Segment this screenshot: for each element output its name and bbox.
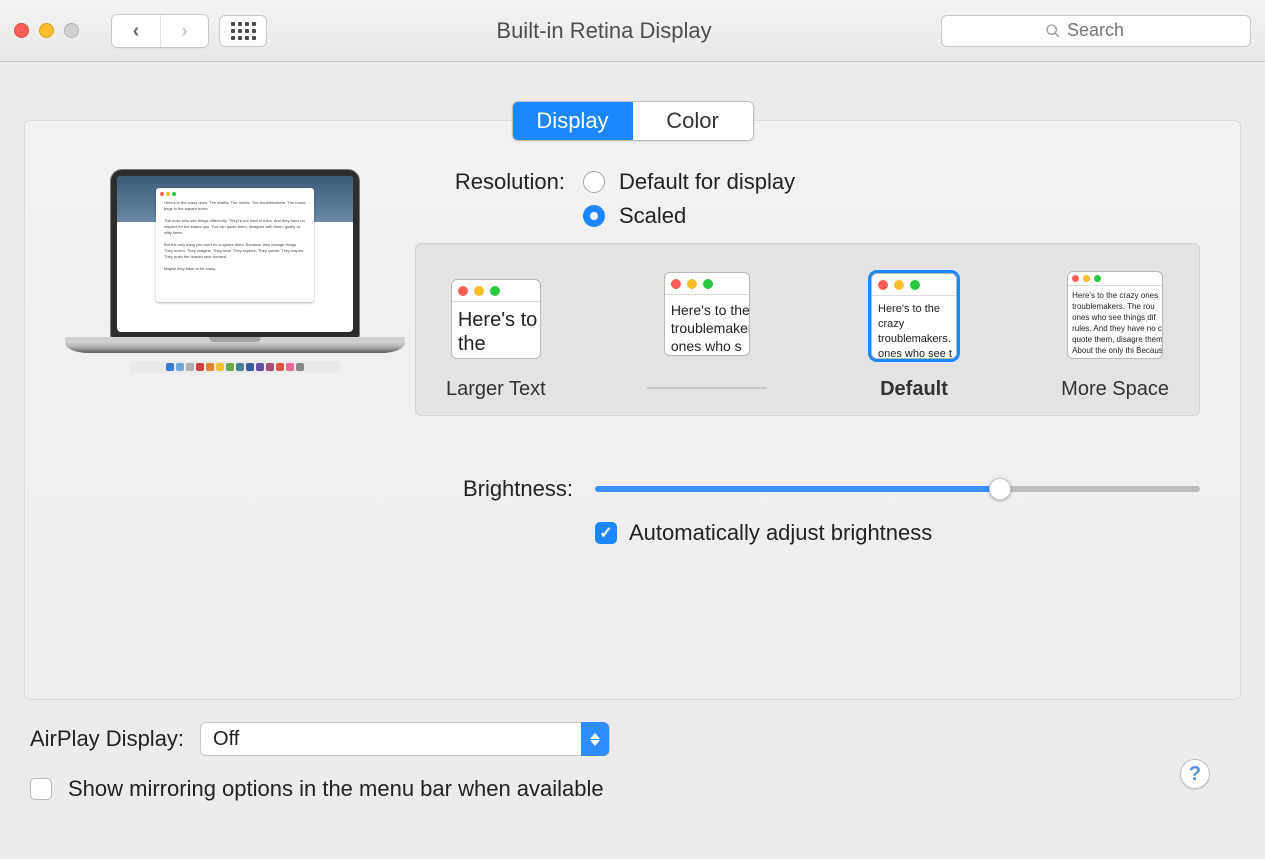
search-icon <box>1045 23 1061 39</box>
select-stepper-icon <box>581 722 609 756</box>
scale-option-larger-text[interactable]: Here's to the troublemakers. Larger Text <box>446 276 546 401</box>
airplay-value: Off <box>213 728 239 751</box>
nav-segment: ‹ › <box>111 14 209 48</box>
search-field[interactable] <box>941 15 1251 47</box>
window-title: Built-in Retina Display <box>277 18 931 44</box>
radio-default-for-display[interactable] <box>583 171 605 193</box>
mirroring-checkbox[interactable] <box>30 778 52 800</box>
tab-color[interactable]: Color <box>633 102 753 140</box>
resolution-scale-picker: Here's to the troublemakers. Larger Text… <box>415 243 1200 416</box>
show-all-button[interactable] <box>219 15 267 47</box>
airplay-select[interactable]: Off <box>200 722 610 756</box>
tab-bar: Display Color <box>512 101 754 141</box>
radio-scaled[interactable] <box>583 205 605 227</box>
auto-brightness-checkbox[interactable] <box>595 522 617 544</box>
radio-default-text: Default for display <box>619 169 795 195</box>
window-controls <box>14 23 79 38</box>
radio-scaled-text: Scaled <box>619 203 686 229</box>
close-icon[interactable] <box>14 23 29 38</box>
zoom-icon <box>64 23 79 38</box>
window-toolbar: ‹ › Built-in Retina Display <box>0 0 1265 62</box>
search-input[interactable] <box>1067 20 1147 41</box>
forward-button: › <box>160 15 208 47</box>
scale-option-more-space[interactable]: Here's to the crazy ones troublemakers. … <box>1061 268 1169 401</box>
resolution-label: Resolution: <box>435 169 565 195</box>
preview-document: Here's to the crazy ones. The misfits. T… <box>156 188 314 302</box>
mirroring-label: Show mirroring options in the menu bar w… <box>68 776 604 802</box>
tab-display[interactable]: Display <box>513 102 633 140</box>
slider-knob[interactable] <box>989 478 1011 500</box>
device-preview: Here's to the crazy ones. The misfits. T… <box>65 169 405 699</box>
airplay-label: AirPlay Display: <box>30 726 184 752</box>
brightness-slider[interactable] <box>595 486 1200 492</box>
scale-option-default[interactable]: Here's to the crazy troublemakers. ones … <box>868 270 960 401</box>
chevron-right-icon: › <box>181 21 188 41</box>
auto-brightness-label: Automatically adjust brightness <box>629 520 932 546</box>
footer: AirPlay Display: Off Show mirroring opti… <box>0 700 1265 802</box>
grid-icon <box>231 22 256 40</box>
minimize-icon[interactable] <box>39 23 54 38</box>
chevron-left-icon: ‹ <box>133 21 140 41</box>
back-button[interactable]: ‹ <box>112 15 160 47</box>
display-panel: Display Color Here's to the crazy ones. … <box>24 120 1241 700</box>
brightness-label: Brightness: <box>435 476 573 502</box>
help-button[interactable]: ? <box>1180 759 1210 789</box>
scale-option-2[interactable]: Here's to the troublemakers. ones who s <box>647 269 767 401</box>
